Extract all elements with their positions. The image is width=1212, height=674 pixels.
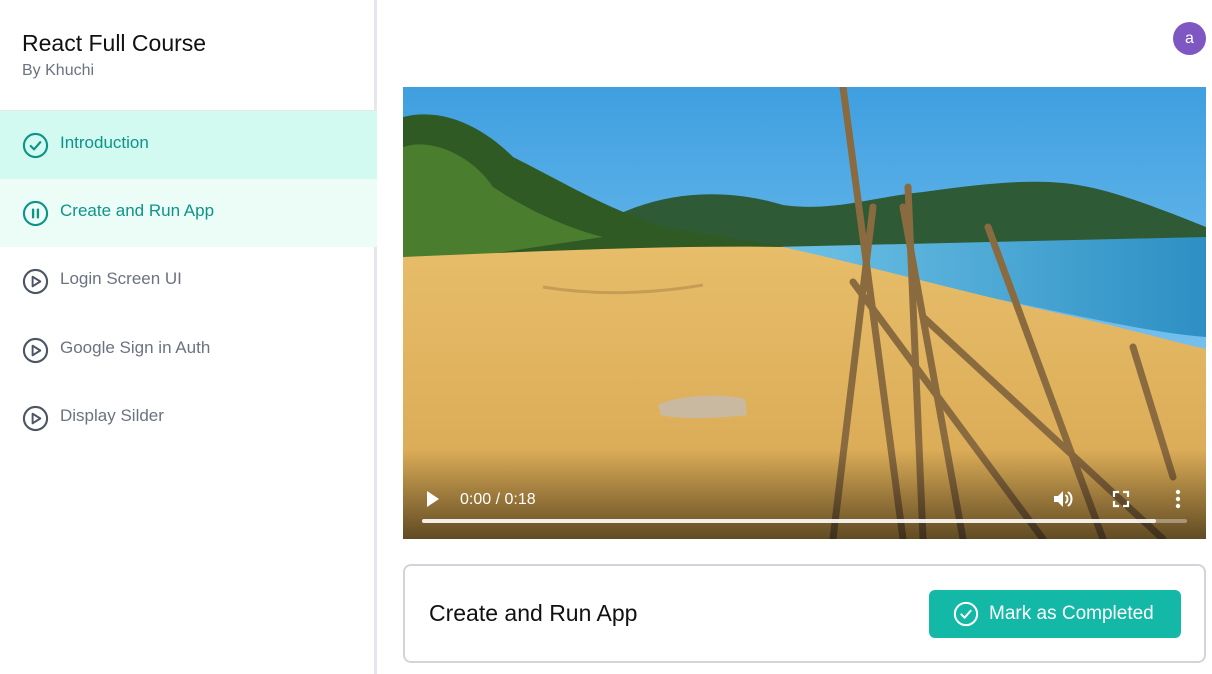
course-title: React Full Course [22, 30, 207, 56]
lesson-label: Login Screen UI [60, 269, 182, 288]
play-circle-icon [22, 268, 49, 294]
play-circle-icon [22, 337, 49, 363]
course-sidebar: React Full Course By Khuchi Introduction… [0, 0, 377, 674]
check-circle-icon [22, 132, 49, 158]
lesson-label: Display Silder [60, 406, 164, 425]
lesson-label: Google Sign in Auth [60, 338, 211, 357]
lesson-label: Create and Run App [60, 201, 215, 220]
play-circle-icon [22, 405, 49, 431]
lesson-item-display-silder[interactable]: Display Silder [0, 384, 377, 452]
lesson-item-google-sign-in-auth[interactable]: Google Sign in Auth [0, 316, 377, 384]
video-progress-bar[interactable] [422, 519, 1187, 523]
video-time: 0:00 / 0:18 [460, 491, 536, 508]
lesson-item-login-screen-ui[interactable]: Login Screen UI [0, 247, 377, 315]
video-player[interactable]: 0:00 / 0:18 [403, 87, 1206, 539]
lesson-item-introduction[interactable]: Introduction [0, 111, 377, 179]
more-options-icon[interactable] [1168, 487, 1188, 511]
video-controls: 0:00 / 0:18 [403, 449, 1206, 539]
volume-icon[interactable] [1051, 487, 1075, 511]
lesson-item-create-and-run-app[interactable]: Create and Run App [0, 179, 377, 247]
mark-as-completed-button[interactable]: Mark as Completed [929, 590, 1181, 638]
lesson-label: Introduction [60, 133, 149, 152]
fullscreen-icon[interactable] [1110, 488, 1132, 510]
pause-circle-icon [22, 200, 49, 226]
video-buffered-fill [422, 519, 1157, 523]
play-icon[interactable] [425, 489, 441, 509]
current-lesson-title: Create and Run App [429, 600, 638, 626]
course-author: By Khuchi [22, 62, 95, 79]
mark-as-completed-label: Mark as Completed [989, 603, 1154, 624]
course-header: React Full Course By Khuchi [0, 0, 374, 111]
check-circle-icon [953, 601, 979, 627]
lesson-info-card: Create and Run App Mark as Completed [403, 564, 1206, 663]
user-avatar[interactable]: a [1173, 22, 1206, 55]
